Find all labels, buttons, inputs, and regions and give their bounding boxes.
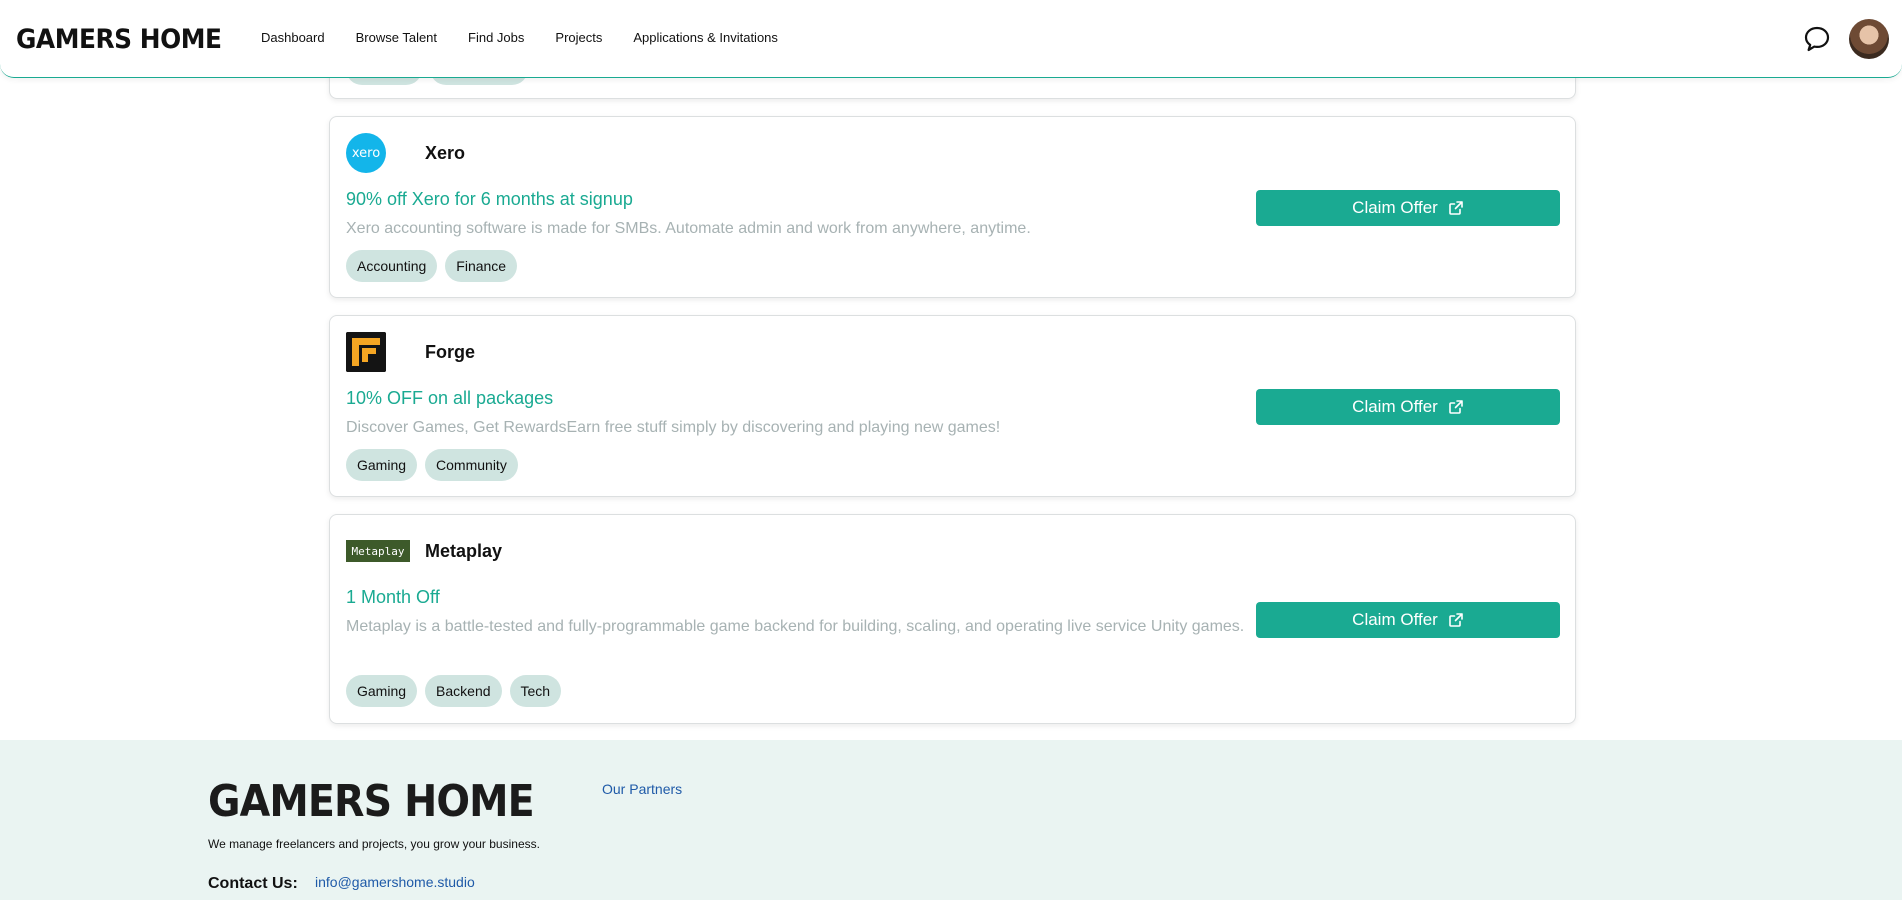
claim-offer-label: Claim Offer: [1352, 397, 1438, 416]
external-link-icon: [1449, 613, 1463, 627]
claim-offer-button[interactable]: Claim Offer: [1256, 190, 1560, 226]
user-avatar[interactable]: [1849, 19, 1889, 59]
offer-title: 90% off Xero for 6 months at signup: [346, 189, 633, 209]
tag: Tech: [509, 675, 562, 707]
tag: Gaming: [346, 449, 418, 481]
tag: Accounting: [346, 250, 438, 282]
offer-tags: Accounting Finance: [346, 250, 518, 282]
nav-projects[interactable]: Projects: [555, 30, 602, 45]
offer-tags: Gaming Community: [346, 449, 518, 481]
external-link-icon: [1449, 201, 1463, 215]
footer-tagline: We manage freelancers and projects, you …: [208, 837, 540, 851]
xero-logo: xero: [346, 133, 386, 173]
nav-applications-invitations[interactable]: Applications & Invitations: [633, 30, 778, 45]
our-partners-link[interactable]: Our Partners: [602, 781, 682, 797]
tag: Community: [425, 449, 518, 481]
contact-email-link[interactable]: info@gamershome.studio: [315, 874, 475, 890]
offer-title: 10% OFF on all packages: [346, 388, 554, 408]
forge-logo: [346, 332, 386, 372]
contact-label: Contact Us:: [208, 875, 298, 892]
nav-browse-talent[interactable]: Browse Talent: [356, 30, 437, 45]
offer-card-metaplay: Metaplay Metaplay 1 Month Off Metaplay i…: [329, 514, 1576, 724]
offer-name: Metaplay: [425, 541, 503, 561]
offer-name: Forge: [425, 342, 476, 362]
nav-find-jobs[interactable]: Find Jobs: [468, 30, 524, 45]
top-navbar: GAMERS HOME Dashboard Browse Talent Find…: [0, 0, 1902, 78]
offer-description: Discover Games, Get RewardsEarn free stu…: [346, 419, 1001, 436]
offer-title: 1 Month Off: [346, 587, 440, 607]
nav-dashboard[interactable]: Dashboard: [261, 30, 325, 45]
external-link-icon: [1449, 400, 1463, 414]
offer-card-xero: xero Xero 90% off Xero for 6 months at s…: [329, 116, 1576, 298]
offer-description: Metaplay is a battle-tested and fully-pr…: [346, 618, 1245, 635]
metaplay-logo: Metaplay: [346, 540, 410, 562]
footer-logo[interactable]: GAMERS HOME: [208, 776, 535, 827]
tag: Backend: [425, 675, 502, 707]
claim-offer-label: Claim Offer: [1352, 198, 1438, 217]
chat-bubble-icon[interactable]: [1803, 25, 1831, 53]
offer-tags: Gaming Backend Tech: [346, 675, 562, 707]
tag: Finance: [445, 250, 518, 282]
site-logo[interactable]: GAMERS HOME: [16, 24, 222, 55]
main-nav: Dashboard Browse Talent Find Jobs Projec…: [261, 30, 778, 45]
offer-name: Xero: [425, 143, 466, 163]
offer-card-forge: Forge 10% OFF on all packages Discover G…: [329, 315, 1576, 497]
claim-offer-label: Claim Offer: [1352, 610, 1438, 629]
tag: Gaming: [346, 675, 418, 707]
claim-offer-button[interactable]: Claim Offer: [1256, 389, 1560, 425]
claim-offer-button[interactable]: Claim Offer: [1256, 602, 1560, 638]
site-footer: GAMERS HOME We manage freelancers and pr…: [0, 740, 1902, 900]
offer-description: Xero accounting software is made for SMB…: [346, 220, 1031, 237]
